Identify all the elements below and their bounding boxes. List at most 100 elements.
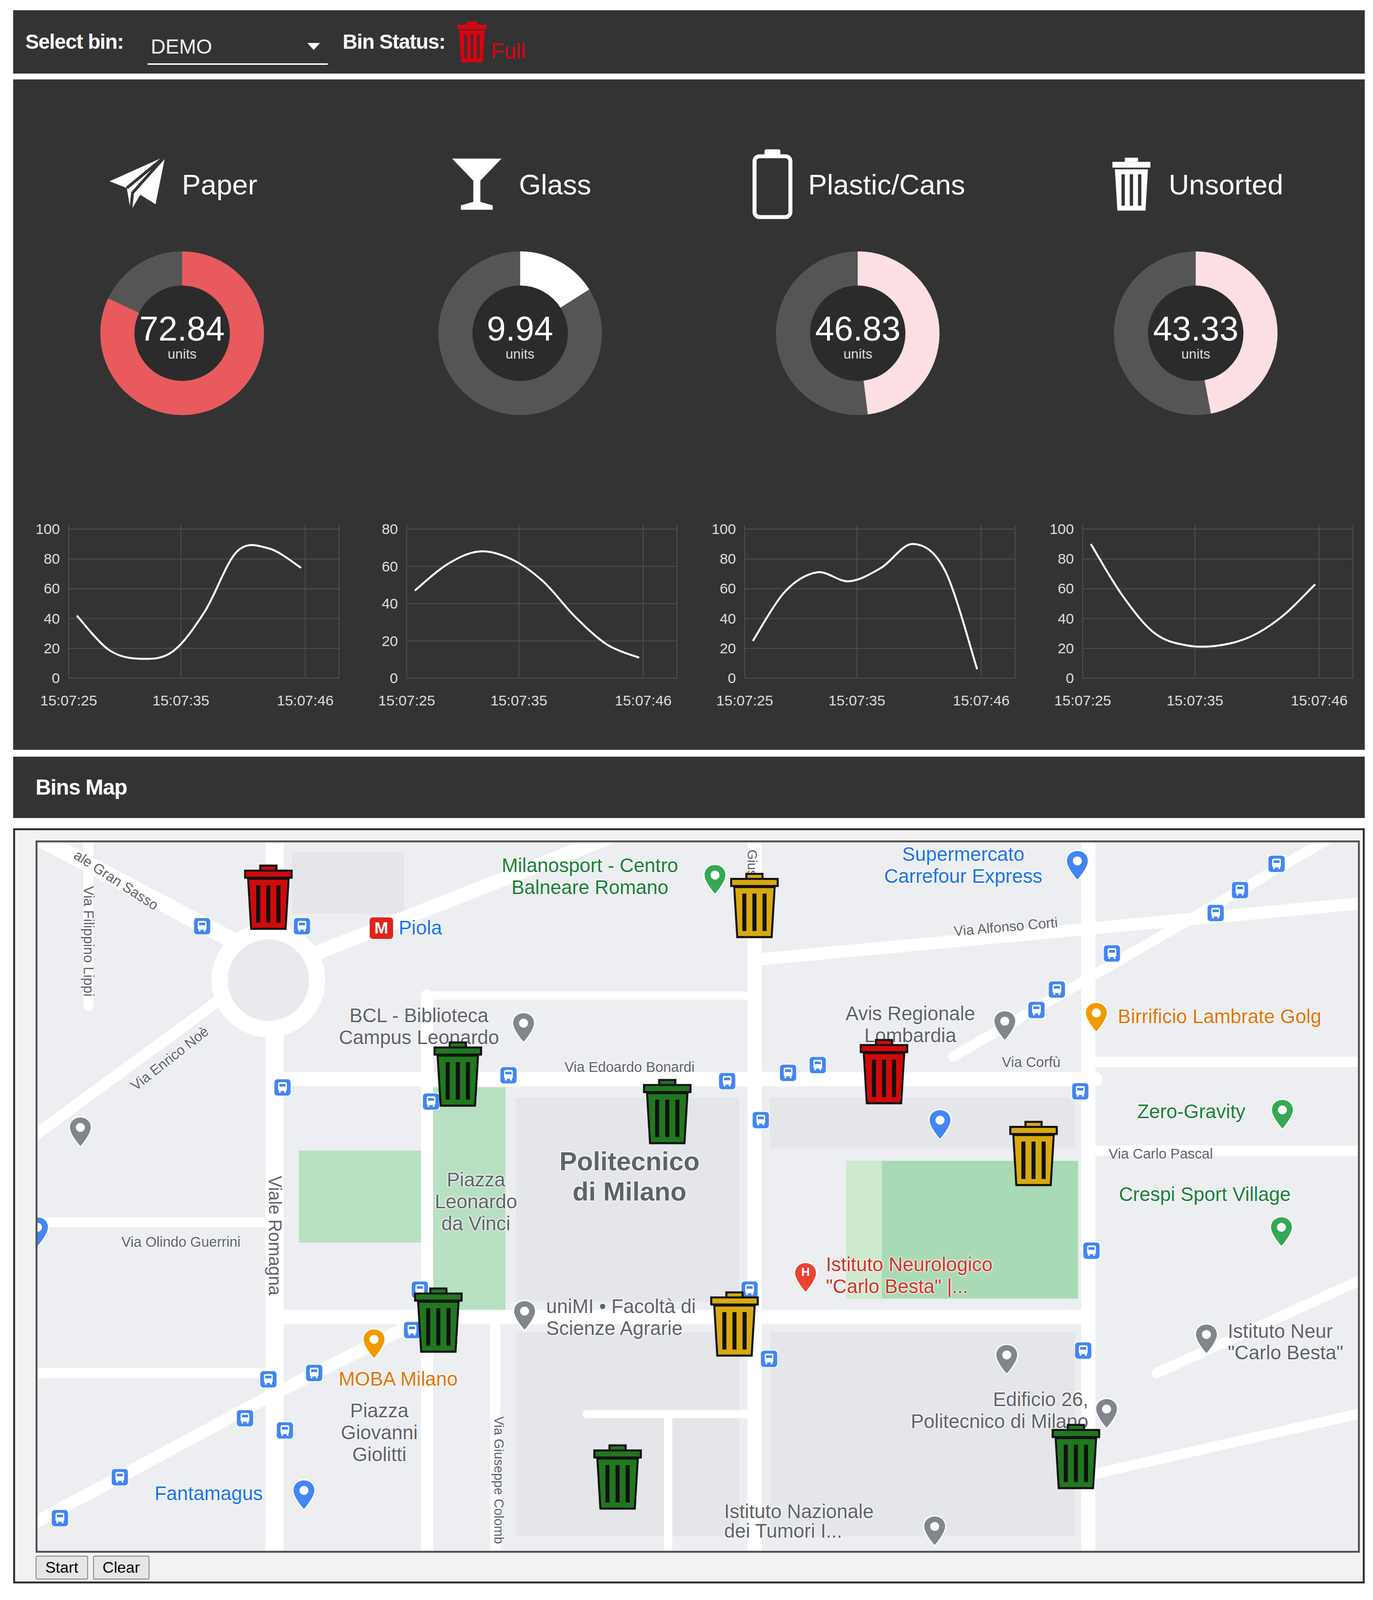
bus-stop-icon[interactable] bbox=[808, 1055, 827, 1074]
bus-stop-icon[interactable] bbox=[718, 1072, 736, 1090]
bus-stop-icon[interactable] bbox=[422, 1092, 440, 1110]
map-title: Bins Map bbox=[35, 774, 128, 800]
map-label-line: Birrificio Lambrate Golg bbox=[1117, 1005, 1322, 1028]
place-pin-icon[interactable] bbox=[1084, 1000, 1109, 1034]
map-label-line: uniMI • Facoltà di bbox=[545, 1295, 696, 1317]
bus-stop-icon[interactable] bbox=[752, 1110, 770, 1129]
gauge-unit: units bbox=[505, 346, 535, 362]
y-tick: 20 bbox=[719, 639, 736, 657]
bus-stop-icon[interactable] bbox=[1231, 881, 1249, 899]
chart-line bbox=[752, 544, 978, 670]
place-pin-icon[interactable] bbox=[35, 1215, 50, 1248]
grid-line bbox=[406, 640, 678, 642]
bus-stop-icon[interactable] bbox=[740, 1280, 759, 1298]
map-label-line: Scienze Agrarie bbox=[545, 1316, 696, 1339]
map-label: PiazzaGiovanniGiolitti bbox=[340, 1399, 418, 1465]
bus-stop-icon[interactable] bbox=[51, 1508, 69, 1527]
x-tick: 15:07:35 bbox=[828, 692, 886, 709]
bins-map[interactable]: HMMilanosport - CentroBalneare RomanoSup… bbox=[35, 840, 1360, 1553]
bin-marker-icon[interactable] bbox=[242, 864, 295, 931]
bus-stop-icon[interactable] bbox=[1082, 1241, 1101, 1260]
place-pin-icon[interactable] bbox=[1065, 848, 1090, 882]
bus-stop-icon[interactable] bbox=[499, 1066, 518, 1084]
donut-gauge: 72.84units bbox=[99, 250, 265, 416]
bus-stop-icon[interactable] bbox=[1267, 854, 1286, 873]
bin-marker-icon[interactable] bbox=[1049, 1423, 1103, 1490]
metro-badge[interactable]: M bbox=[369, 917, 394, 939]
place-pin-icon[interactable] bbox=[361, 1327, 387, 1360]
place-pin-icon[interactable] bbox=[68, 1115, 93, 1148]
place-pin-icon[interactable] bbox=[291, 1478, 317, 1511]
donut-gauge: 43.33units bbox=[1112, 250, 1279, 416]
y-tick: 20 bbox=[381, 632, 398, 649]
bin-marker-icon[interactable] bbox=[857, 1038, 911, 1106]
bus-stop-icon[interactable] bbox=[1027, 1000, 1046, 1019]
y-tick: 0 bbox=[727, 669, 736, 686]
chart-line bbox=[1090, 544, 1316, 647]
bin-marker-icon[interactable] bbox=[412, 1286, 465, 1354]
bus-stop-icon[interactable] bbox=[276, 1421, 294, 1439]
map-label-line: Giovanni bbox=[340, 1421, 418, 1444]
bus-stop-icon[interactable] bbox=[305, 1363, 323, 1382]
place-pin-icon[interactable] bbox=[1094, 1396, 1119, 1430]
place-pin-icon[interactable] bbox=[992, 1009, 1017, 1042]
map-label: BCL - BibliotecaCampus Leonardo bbox=[338, 1004, 500, 1049]
map-label-line: MOBA Milano bbox=[338, 1367, 458, 1390]
bus-stop-icon[interactable] bbox=[236, 1409, 254, 1427]
map-label-line: Fantamagus bbox=[154, 1482, 263, 1505]
bus-stop-icon[interactable] bbox=[1048, 980, 1066, 998]
bus-stop-icon[interactable] bbox=[111, 1467, 129, 1486]
bus-stop-icon[interactable] bbox=[1103, 944, 1121, 962]
map-label-line: "Carlo Besta" |... bbox=[826, 1275, 993, 1298]
donut-gauge: 46.83units bbox=[774, 250, 941, 416]
place-pin-icon[interactable] bbox=[927, 1108, 953, 1141]
place-pin-icon[interactable] bbox=[922, 1514, 947, 1547]
bus-stop-icon[interactable] bbox=[259, 1370, 278, 1388]
grid-line bbox=[1082, 525, 1084, 678]
bin-marker-icon[interactable] bbox=[708, 1290, 761, 1357]
map-label-line: Via Corfù bbox=[1001, 1054, 1061, 1071]
y-tick: 60 bbox=[1057, 580, 1074, 597]
map-label: Edificio 26,Politecnico di Milano bbox=[910, 1388, 1089, 1432]
y-tick: 40 bbox=[43, 610, 60, 627]
bus-stop-icon[interactable] bbox=[193, 917, 211, 935]
place-pin-icon[interactable] bbox=[512, 1298, 537, 1332]
map-button[interactable]: Clear bbox=[93, 1555, 150, 1580]
grid-line bbox=[180, 525, 182, 678]
bin-marker-icon[interactable] bbox=[640, 1078, 694, 1146]
grid-line bbox=[68, 587, 339, 589]
place-pin-icon[interactable] bbox=[702, 863, 728, 896]
bin-marker-icon[interactable] bbox=[591, 1443, 644, 1511]
bus-stop-icon[interactable] bbox=[1071, 1082, 1090, 1100]
place-pin-icon[interactable] bbox=[1269, 1215, 1294, 1248]
place-pin-icon[interactable] bbox=[511, 1011, 536, 1044]
grid-line bbox=[1082, 587, 1354, 589]
map-label: Milanosport - CentroBalneare Romano bbox=[501, 854, 678, 899]
grid-line bbox=[744, 587, 1016, 589]
donut-fill bbox=[455, 268, 585, 398]
bus-stop-icon[interactable] bbox=[403, 1320, 421, 1339]
place-pin-icon[interactable] bbox=[1194, 1322, 1219, 1355]
bus-stop-icon[interactable] bbox=[293, 917, 311, 935]
grid-line bbox=[406, 677, 678, 679]
bin-select[interactable]: DEMO bbox=[147, 28, 328, 65]
bin-marker-icon[interactable] bbox=[431, 1040, 485, 1108]
glass-icon bbox=[448, 153, 506, 215]
map-label-line: Piola bbox=[398, 916, 442, 939]
bin-marker-icon[interactable] bbox=[1007, 1120, 1060, 1187]
bus-stop-icon[interactable] bbox=[1206, 903, 1225, 922]
bus-stop-icon[interactable] bbox=[1074, 1341, 1092, 1359]
bus-stop-icon[interactable] bbox=[779, 1063, 797, 1082]
bus-stop-icon[interactable] bbox=[760, 1349, 778, 1368]
place-pin-icon[interactable] bbox=[994, 1342, 1019, 1375]
bus-stop-icon[interactable] bbox=[273, 1078, 292, 1096]
place-pin-icon[interactable] bbox=[1270, 1097, 1295, 1130]
hospital-pin-icon[interactable]: H bbox=[793, 1260, 818, 1294]
map-label-line: dei Tumori I... bbox=[724, 1520, 874, 1541]
gauge-title: Paper bbox=[181, 168, 258, 201]
y-tick: 40 bbox=[1057, 610, 1074, 627]
y-tick: 100 bbox=[35, 520, 60, 537]
map-label: Via Olindo Guerrini bbox=[121, 1234, 241, 1250]
map-button[interactable]: Start bbox=[35, 1555, 89, 1580]
bin-marker-icon[interactable] bbox=[728, 871, 781, 939]
